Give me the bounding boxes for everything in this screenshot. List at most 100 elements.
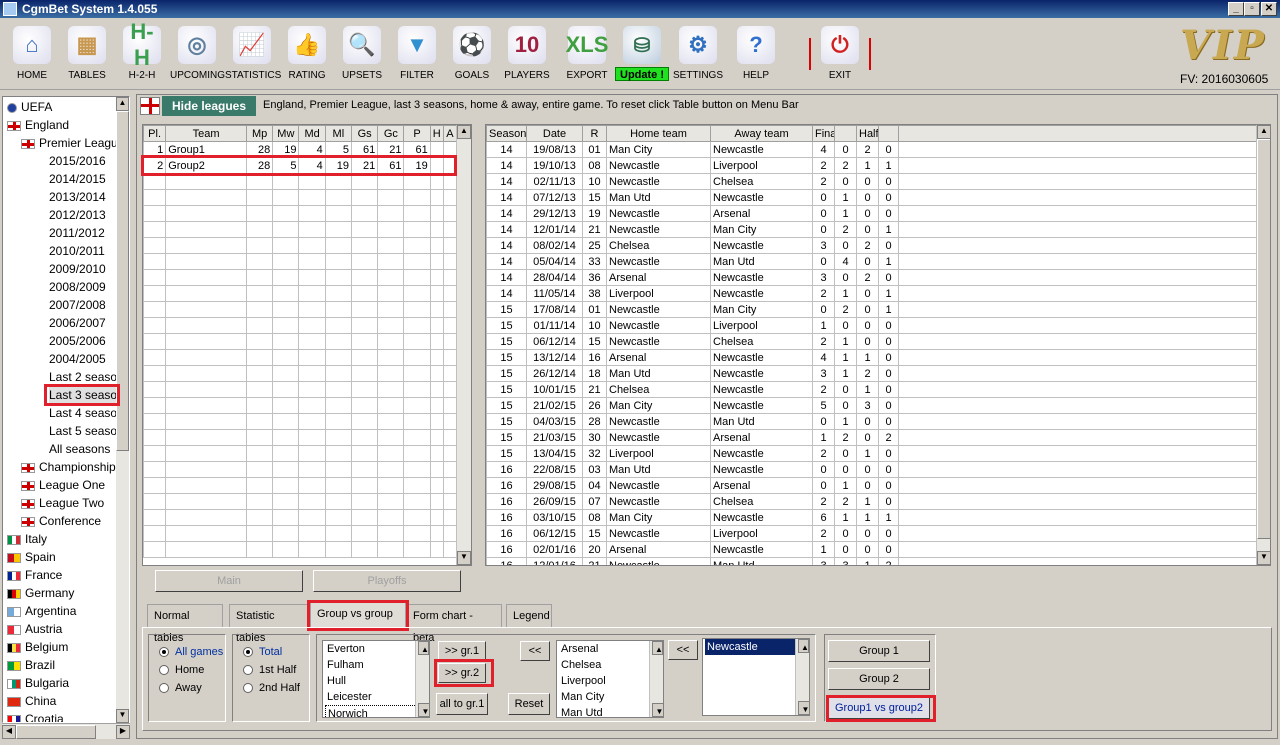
tree-item[interactable]: Brazil xyxy=(7,656,55,674)
remove-from-group2-button[interactable]: << xyxy=(668,640,698,660)
tree-item[interactable]: China xyxy=(7,692,56,710)
tree-item[interactable]: 2015/2016 xyxy=(49,152,106,170)
table-row[interactable]: 16 06/12/15 15 Newcastle Liverpool 2 0 0 0 xyxy=(486,525,1257,542)
standings-column-header[interactable]: Md xyxy=(298,125,326,142)
tree-item[interactable]: League One xyxy=(21,476,105,494)
toolbar-upcoming-button[interactable]: ◎ UPCOMING xyxy=(170,24,225,88)
table-row[interactable] xyxy=(143,237,458,254)
group2-teams-list[interactable]: Newcastle ▲ ▼ xyxy=(702,638,810,716)
table-row[interactable]: 2 Group2 28 5 4 19 21 61 19 xyxy=(143,157,458,174)
table-row[interactable] xyxy=(143,317,458,334)
tree-item[interactable]: 2011/2012 xyxy=(49,224,105,242)
list-item[interactable]: Hull xyxy=(325,673,429,689)
standings-column-header[interactable]: Mw xyxy=(272,125,300,142)
table-row[interactable]: 15 21/03/15 30 Newcastle Arsenal 1 2 0 2 xyxy=(486,429,1257,446)
maximize-button[interactable]: ▫ xyxy=(1244,2,1260,16)
toolbar-statistics-button[interactable]: 📈 STATISTICS xyxy=(225,24,281,88)
standings-column-header[interactable]: Ml xyxy=(324,125,352,142)
games-radio-away[interactable]: Away xyxy=(159,679,223,697)
table-row[interactable] xyxy=(143,365,458,382)
list-item[interactable]: Liverpool xyxy=(559,673,663,689)
halves-radio-1st-half[interactable]: 1st Half xyxy=(243,661,300,679)
table-row[interactable]: 14 11/05/14 38 Liverpool Newcastle 2 1 0 1 xyxy=(486,285,1257,302)
table-row[interactable]: 14 05/04/14 33 Newcastle Man Utd 0 4 0 1 xyxy=(486,253,1257,270)
group2-button[interactable]: Group 2 xyxy=(828,668,930,690)
standings-column-header[interactable]: Mp xyxy=(245,125,274,142)
table-row[interactable]: 15 10/01/15 21 Chelsea Newcastle 2 0 1 0 xyxy=(486,381,1257,398)
standings-column-header[interactable]: Team xyxy=(165,125,247,142)
tab-statistic-tables[interactable]: Statistic tables xyxy=(229,604,309,644)
list-item[interactable]: Norwich xyxy=(325,705,429,717)
toolbar-home-button[interactable]: ⌂ HOME xyxy=(5,24,59,88)
toolbar-tables-button[interactable]: ▦ TABLES xyxy=(60,24,114,88)
tree-item[interactable]: Premier League xyxy=(21,134,124,152)
standings-column-header[interactable]: A xyxy=(442,125,458,142)
table-row[interactable] xyxy=(143,445,458,462)
radio-circle[interactable] xyxy=(243,665,253,676)
table-row[interactable]: 14 08/02/14 25 Chelsea Newcastle 3 0 2 0 xyxy=(486,237,1257,254)
table-row[interactable]: 16 12/01/16 21 Newcastle Man Utd 3 3 1 2 xyxy=(486,557,1257,565)
table-row[interactable]: 15 17/08/14 01 Newcastle Man City 0 2 0 1 xyxy=(486,301,1257,318)
group1-vs-group2-button[interactable]: Group1 vs group2 xyxy=(828,697,930,719)
tab-group-vs-group[interactable]: Group vs group xyxy=(310,602,406,628)
group1-teams-list[interactable]: Arsenal Chelsea Liverpool Man City Man Utd ▲… xyxy=(556,640,664,718)
tree-item[interactable]: 2010/2011 xyxy=(49,242,105,260)
table-row[interactable]: 15 13/04/15 32 Liverpool Newcastle 2 0 1 0 xyxy=(486,445,1257,462)
tree-item[interactable]: Italy xyxy=(7,530,47,548)
list-item[interactable]: Chelsea xyxy=(559,657,663,673)
table-row[interactable] xyxy=(143,477,458,494)
tree-item[interactable]: Argentina xyxy=(7,602,76,620)
table-row[interactable] xyxy=(143,349,458,366)
table-row[interactable]: 14 28/04/14 36 Arsenal Newcastle 3 0 2 0 xyxy=(486,269,1257,286)
table-row[interactable]: 16 03/10/15 08 Man City Newcastle 6 1 1 1 xyxy=(486,509,1257,526)
matches-column-header[interactable]: R xyxy=(582,125,607,142)
table-row[interactable]: 14 29/12/13 19 Newcastle Arsenal 0 1 0 0 xyxy=(486,205,1257,222)
available-teams-list[interactable]: Everton Fulham Hull Leicester Norwich ▲ ▼ xyxy=(322,640,430,718)
table-row[interactable] xyxy=(143,269,458,286)
standings-column-header[interactable]: Gc xyxy=(377,125,405,142)
tree-item[interactable]: All seasons xyxy=(49,440,110,458)
table-row[interactable]: 16 26/09/15 07 Newcastle Chelsea 2 2 1 0 xyxy=(486,493,1257,510)
tree-item[interactable]: 2006/2007 xyxy=(49,314,106,332)
tree-item[interactable]: 2005/2006 xyxy=(49,332,106,350)
tree-item[interactable]: 2009/2010 xyxy=(49,260,106,278)
games-radio-all-games[interactable]: All games xyxy=(159,643,223,661)
group1-button[interactable]: Group 1 xyxy=(828,640,930,662)
table-row[interactable] xyxy=(143,525,458,542)
standings-column-header[interactable]: H xyxy=(429,125,444,142)
tree-item[interactable]: Conference xyxy=(21,512,101,530)
table-row[interactable]: 14 02/11/13 10 Newcastle Chelsea 2 0 0 0 xyxy=(486,173,1257,190)
radio-circle[interactable] xyxy=(159,683,169,694)
toolbar-upsets-button[interactable]: 🔍 UPSETS xyxy=(335,24,389,88)
standings-scrollbar[interactable]: ▲ ▼ xyxy=(456,125,471,565)
tree-item[interactable]: England xyxy=(7,116,69,134)
toolbar-settings-button[interactable]: ⚙ SETTINGS xyxy=(671,24,725,88)
table-row[interactable] xyxy=(143,301,458,318)
tree-item[interactable]: Austria xyxy=(7,620,62,638)
matches-scrollbar[interactable]: ▲ ▼ xyxy=(1256,125,1270,565)
table-row[interactable] xyxy=(143,333,458,350)
tree-horizontal-scrollbar[interactable]: ◀ ▶ xyxy=(2,723,130,739)
table-row[interactable]: 14 12/01/14 21 Newcastle Man City 0 2 0 1 xyxy=(486,221,1257,238)
tree-vertical-scrollbar[interactable]: ▲ ▼ xyxy=(116,97,129,723)
close-button[interactable]: ✕ xyxy=(1261,2,1277,16)
update-button[interactable]: Update ! xyxy=(615,67,669,81)
halves-radio-total[interactable]: Total xyxy=(243,643,300,661)
toolbar-rating-button[interactable]: 👍 RATING xyxy=(280,24,334,88)
tab-normal-tables[interactable]: Normal tables xyxy=(147,604,223,644)
table-row[interactable]: 1 Group1 28 19 4 5 61 21 61 xyxy=(143,141,458,158)
matches-column-header[interactable] xyxy=(834,125,857,142)
table-row[interactable]: 15 13/12/14 16 Arsenal Newcastle 4 1 1 0 xyxy=(486,349,1257,366)
table-row[interactable] xyxy=(143,253,458,270)
reset-button[interactable]: Reset xyxy=(508,693,550,715)
tree-item[interactable]: 2008/2009 xyxy=(49,278,106,296)
move-to-group2-button[interactable]: >> gr.2 xyxy=(438,663,486,683)
games-radio-home[interactable]: Home xyxy=(159,661,223,679)
table-row[interactable] xyxy=(143,413,458,430)
tree-item[interactable]: League Two xyxy=(21,494,104,512)
toolbar-export-button[interactable]: XLS EXPORT xyxy=(560,24,614,88)
table-row[interactable] xyxy=(143,461,458,478)
list-item[interactable]: Fulham xyxy=(325,657,429,673)
radio-circle[interactable] xyxy=(159,647,169,658)
list-item[interactable]: Newcastle xyxy=(705,639,809,655)
